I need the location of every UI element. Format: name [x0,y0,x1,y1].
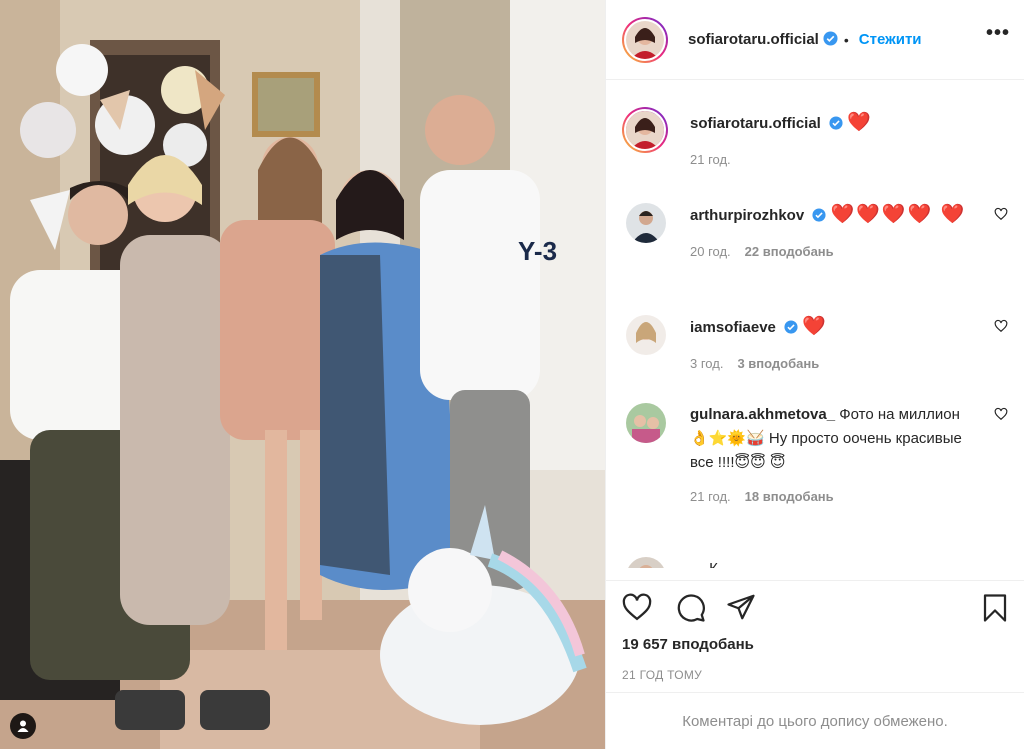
action-bar [606,580,1024,632]
comment-time[interactable]: 21 год. [690,489,731,504]
comment-likes[interactable]: 22 вподобань [745,244,834,259]
commenter-username[interactable]: gulnara.akhmetova_ [690,406,835,423]
comment-meta: 20 год. 22 вподобань [690,244,1008,259]
comment-meta: 21 год. 18 вподобань [690,489,1008,504]
share-icon[interactable] [726,593,756,624]
group-photo-illustration: Y-3 [0,0,605,749]
verified-icon [812,206,826,230]
post-photo[interactable]: Y-3 [0,0,605,749]
author-username[interactable]: sofiarotaru.official [688,31,819,48]
comment-item: arthurpirozhkov ❤️❤️❤️❤️ ❤️ 20 год. 22 вп… [622,203,1008,259]
comment-likes[interactable]: 18 вподобань [745,489,834,504]
comment-like-icon[interactable] [994,207,1008,224]
comment-item: … К… [622,557,1008,568]
commenter-avatar[interactable] [626,557,666,568]
comments-list[interactable]: sofiarotaru.official ❤️ 21 год. arthurpi… [606,81,1024,568]
commenter-username[interactable]: arthurpirozhkov [690,207,804,224]
caption-text: ❤️ [847,112,873,133]
more-icon[interactable]: ••• [986,23,1010,43]
comment-item: gulnara.akhmetova_ Фото на миллион 👌⭐🌞🥁 … [622,403,1008,504]
comment-meta: 3 год. 3 вподобань [690,356,1008,371]
commenter-username[interactable]: iamsofiaeve [690,319,776,336]
comment-icon[interactable] [676,593,706,626]
comment-text: ❤️ [802,316,828,337]
verified-icon [829,114,843,138]
post-time[interactable]: 21 ГОД ТОМУ [622,668,702,682]
tag-icon[interactable] [10,713,36,739]
caption-time[interactable]: 21 год. [690,152,731,167]
commenter-username[interactable]: … [690,560,705,568]
bookmark-icon[interactable] [982,593,1008,626]
like-count[interactable]: 19 657 вподобань [622,636,754,653]
caption-avatar[interactable] [622,107,668,153]
comment-text: К… [709,560,733,568]
post-header: sofiarotaru.official • Стежити ••• [606,0,1024,80]
commenter-avatar[interactable] [626,315,666,355]
dot-separator: • [843,31,849,48]
comment-time[interactable]: 20 год. [690,244,731,259]
caption-meta: 21 год. [690,152,1008,167]
comment-likes[interactable]: 3 вподобань [737,356,819,371]
comments-disabled-notice: Коментарі до цього допису обмежено. [606,692,1024,749]
post-side-panel: sofiarotaru.official • Стежити ••• sofia… [605,0,1024,749]
comment-time[interactable]: 3 год. [690,356,723,371]
commenter-avatar[interactable] [626,203,666,243]
verified-icon [784,318,798,342]
caption: sofiarotaru.official ❤️ 21 год. [622,107,1008,167]
heart-icon[interactable] [622,593,652,624]
follow-button[interactable]: Стежити [859,31,922,48]
comment-like-icon[interactable] [994,407,1008,424]
caption-username[interactable]: sofiarotaru.official [690,115,821,132]
comment-like-icon[interactable] [994,319,1008,336]
comment-item: iamsofiaeve ❤️ 3 год. 3 вподобань [622,315,1008,371]
author-avatar[interactable] [622,16,668,63]
svg-text:Y-3: Y-3 [518,236,557,266]
comment-text: ❤️❤️❤️❤️ ❤️ [830,204,967,225]
commenter-avatar[interactable] [626,403,666,443]
verified-icon [823,30,838,49]
